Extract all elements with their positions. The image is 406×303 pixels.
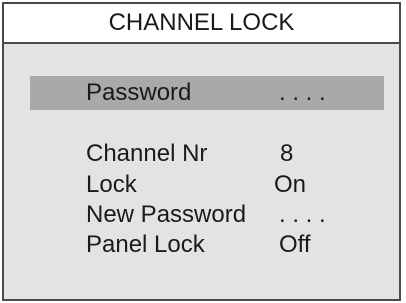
channel-lock-screen: CHANNEL LOCK Password . . . . Channel Nr… <box>0 0 406 303</box>
menu-item-label: Lock <box>86 171 137 198</box>
menu-title: CHANNEL LOCK <box>2 2 401 42</box>
menu-item-value: . . . . <box>279 79 326 106</box>
menu-item-value: On <box>274 171 307 198</box>
menu-item-value: Off <box>279 231 311 258</box>
menu-item-label: Password <box>86 79 192 106</box>
menu-panel <box>2 42 401 301</box>
menu-item-value: . . . . <box>279 201 326 228</box>
menu-item-value: 8 <box>280 140 294 167</box>
menu-item-label: Panel Lock <box>86 231 205 258</box>
selection-highlight <box>30 76 384 110</box>
menu-item-label: New Password <box>86 201 247 228</box>
menu-item-label: Channel Nr <box>86 140 208 167</box>
